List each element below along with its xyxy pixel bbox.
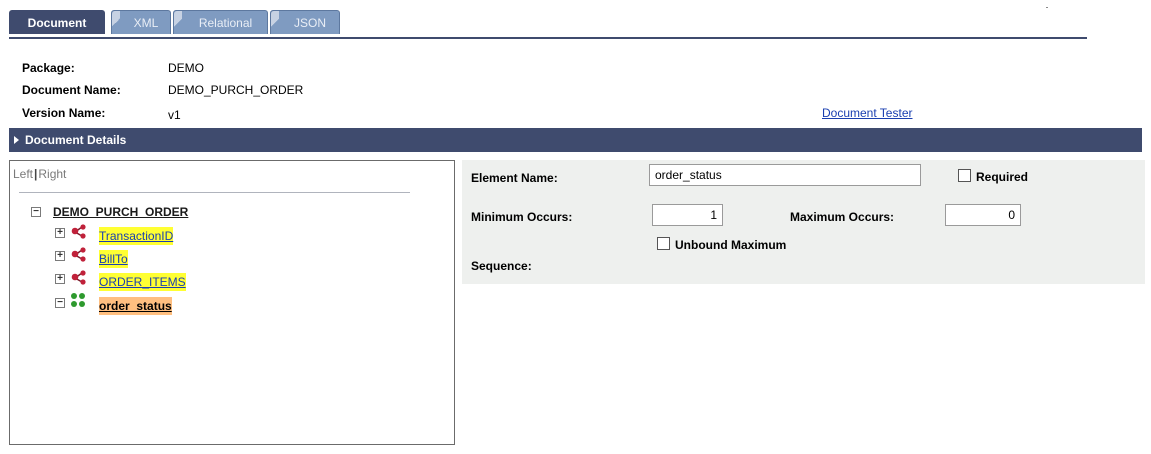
unbound-maximum-checkbox[interactable] — [657, 237, 670, 250]
divider — [19, 192, 410, 193]
tree-node-label[interactable]: ORDER_ITEMS — [99, 273, 186, 291]
document-tester-link[interactable]: Document Tester — [822, 106, 913, 120]
section-title: Document Details — [25, 133, 127, 147]
document-name-label: Document Name: — [22, 83, 121, 97]
left-right-toggle: Left|Right — [13, 167, 66, 181]
tree-node-label[interactable]: TransactionID — [99, 227, 174, 245]
element-name-input[interactable] — [649, 164, 921, 186]
sequence-element-icon — [71, 293, 85, 307]
left-link[interactable]: Left — [13, 167, 33, 181]
tree-node-label[interactable]: BillTo — [99, 250, 128, 268]
tree-root-label[interactable]: DEMO_PURCH_ORDER — [53, 203, 188, 221]
required-label: Required — [976, 170, 1029, 184]
unbound-maximum-label: Unbound Maximum — [675, 238, 787, 252]
required-checkbox[interactable] — [958, 169, 971, 182]
collapse-icon[interactable]: − — [55, 298, 65, 308]
version-name-value: v1 — [168, 108, 181, 122]
right-link[interactable]: Right — [38, 167, 66, 181]
version-name-label: Version Name: — [22, 106, 106, 120]
tab-bar: Document XML Relational JSON — [9, 10, 1087, 39]
minimum-occurs-input[interactable] — [652, 204, 723, 226]
expand-icon[interactable]: + — [55, 274, 65, 284]
package-value: DEMO — [168, 61, 204, 75]
compound-element-icon — [71, 247, 86, 262]
divider — [1046, 7, 1048, 8]
compound-element-icon — [71, 224, 86, 239]
document-name-value: DEMO_PURCH_ORDER — [168, 83, 304, 97]
minimum-occurs-label: Minimum Occurs: — [471, 210, 573, 224]
tab-xml[interactable]: XML — [111, 10, 171, 34]
expand-triangle-icon — [14, 136, 19, 144]
element-name-label: Element Name: — [471, 171, 558, 185]
tab-document[interactable]: Document — [9, 10, 105, 34]
expand-icon[interactable]: + — [55, 251, 65, 261]
maximum-occurs-label: Maximum Occurs: — [790, 210, 895, 224]
tab-relational[interactable]: Relational — [173, 10, 268, 34]
tab-json[interactable]: JSON — [270, 10, 340, 34]
compound-element-icon — [71, 270, 86, 285]
maximum-occurs-input[interactable] — [945, 204, 1021, 226]
document-details-section[interactable]: Document Details — [9, 128, 1142, 152]
package-label: Package: — [22, 61, 75, 75]
collapse-icon[interactable]: − — [31, 207, 41, 217]
expand-icon[interactable]: + — [55, 228, 65, 238]
sequence-label: Sequence: — [471, 259, 532, 273]
tree-node-label[interactable]: order_status — [99, 297, 172, 315]
